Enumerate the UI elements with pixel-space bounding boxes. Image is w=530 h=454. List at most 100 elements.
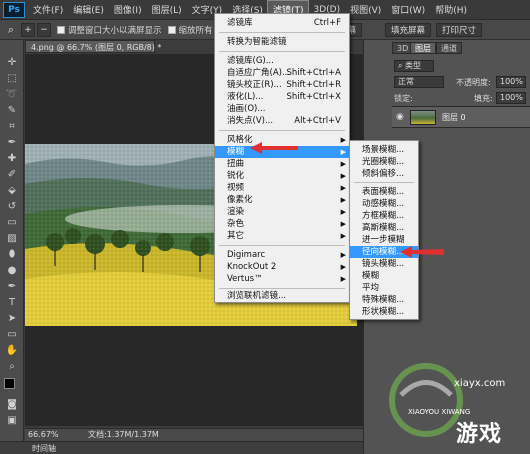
zoom-out-icon[interactable]: − bbox=[37, 22, 51, 37]
tab-layers[interactable]: 图层 bbox=[410, 42, 436, 54]
resize-windows-option[interactable]: 调整窗口大小以满屏显示 bbox=[57, 24, 162, 36]
zoom-level[interactable]: 66.67% bbox=[28, 429, 59, 441]
menu-item-box-blur[interactable]: 方框模糊... bbox=[350, 210, 418, 222]
timeline-label[interactable]: 时间轴 bbox=[32, 443, 56, 454]
submenu-arrow-icon: ▶ bbox=[340, 196, 346, 204]
history-brush-tool-icon[interactable]: ↺ bbox=[4, 200, 20, 213]
submenu-arrow-icon: ▶ bbox=[340, 263, 346, 271]
menu-item-lens-blur[interactable]: 镜头模糊... bbox=[350, 258, 418, 270]
menu-item-shape-blur[interactable]: 形状模糊... bbox=[350, 306, 418, 318]
menu-item-gaussian-blur[interactable]: 高斯模糊... bbox=[350, 222, 418, 234]
menu-item-render[interactable]: 渲染 ▶ bbox=[215, 206, 349, 218]
layer-kind-filter[interactable]: ⌕ 类型 bbox=[394, 60, 434, 72]
zoom-in-icon[interactable]: + bbox=[21, 22, 35, 37]
menu-item-vertus[interactable]: Vertus™ ▶ bbox=[215, 273, 349, 285]
shape-tool-icon[interactable]: ▭ bbox=[4, 328, 20, 341]
stamp-tool-icon[interactable]: ⬙ bbox=[4, 184, 20, 197]
menu-item-lens-correction[interactable]: 镜头校正(R)... Shift+Ctrl+R bbox=[215, 79, 349, 91]
menu-item-other[interactable]: 其它 ▶ bbox=[215, 230, 349, 242]
pen-tool-icon[interactable]: ✒ bbox=[4, 280, 20, 293]
menu-help[interactable]: 帮助(H) bbox=[430, 1, 472, 18]
submenu-arrow-icon: ▶ bbox=[340, 148, 346, 156]
gradient-tool-icon[interactable]: ▨ bbox=[4, 232, 20, 245]
menu-view[interactable]: 视图(V) bbox=[345, 1, 386, 18]
menu-item-distort[interactable]: 扭曲 ▶ bbox=[215, 158, 349, 170]
submenu-arrow-icon: ▶ bbox=[340, 275, 346, 283]
hand-tool-icon[interactable]: ✋ bbox=[4, 344, 20, 357]
submenu-arrow-icon: ▶ bbox=[340, 220, 346, 228]
menu-item-oil-paint[interactable]: 油画(O)... bbox=[215, 103, 349, 115]
marquee-tool-icon[interactable]: ⬚ bbox=[4, 72, 20, 85]
print-size-button[interactable]: 打印尺寸 bbox=[436, 23, 483, 37]
menu-item-smart-blur[interactable]: 特殊模糊... bbox=[350, 294, 418, 306]
search-icon: ⌕ bbox=[398, 61, 403, 70]
zoom-tool-icon[interactable]: ⌕ bbox=[4, 360, 20, 373]
brush-tool-icon[interactable]: ✐ bbox=[4, 168, 20, 181]
submenu-arrow-icon: ▶ bbox=[340, 172, 346, 180]
menu-item-convert-smart[interactable]: 转换为智能滤镜 bbox=[215, 36, 349, 48]
quick-select-tool-icon[interactable]: ✎ bbox=[4, 104, 20, 117]
blur-tool-icon[interactable]: ⬮ bbox=[4, 248, 20, 261]
menu-item-tilt-shift[interactable]: 倾斜偏移... bbox=[350, 168, 418, 180]
crop-tool-icon[interactable]: ⌗ bbox=[4, 120, 20, 133]
menu-item-digimarc[interactable]: Digimarc ▶ bbox=[215, 249, 349, 261]
layer-thumbnail bbox=[410, 110, 436, 125]
zoom-all-option[interactable]: 缩放所有 bbox=[167, 24, 213, 36]
menu-separator bbox=[354, 182, 414, 183]
submenu-arrow-icon: ▶ bbox=[340, 184, 346, 192]
menu-item-field-blur[interactable]: 场景模糊... bbox=[350, 144, 418, 156]
fill-input[interactable]: 100% bbox=[496, 92, 526, 104]
move-tool-icon[interactable]: ✛ bbox=[4, 56, 20, 69]
menu-item-noise[interactable]: 杂色 ▶ bbox=[215, 218, 349, 230]
menu-item-filter-gallery-last[interactable]: 滤镜库 Ctrl+F bbox=[215, 17, 349, 29]
blend-mode-select[interactable]: 正常 bbox=[394, 76, 444, 88]
tools-panel: ✛ ⬚ ➰ ✎ ⌗ ✒ ✚ ✐ ⬙ ↺ ▭ ▨ ⬮ ● ✒ T ➤ ▭ ✋ ⌕ … bbox=[0, 40, 24, 454]
menu-item-vanishing-point[interactable]: 消失点(V)... Alt+Ctrl+V bbox=[215, 115, 349, 127]
eyedropper-tool-icon[interactable]: ✒ bbox=[4, 136, 20, 149]
menu-file[interactable]: 文件(F) bbox=[28, 1, 68, 18]
menu-layer[interactable]: 图层(L) bbox=[147, 1, 187, 18]
fill-screen-button[interactable]: 填充屏幕 bbox=[385, 23, 432, 37]
menu-item-liquify[interactable]: 液化(L)... Shift+Ctrl+X bbox=[215, 91, 349, 103]
type-tool-icon[interactable]: T bbox=[4, 296, 20, 309]
menu-separator bbox=[219, 288, 345, 289]
lasso-tool-icon[interactable]: ➰ bbox=[4, 88, 20, 101]
menu-image[interactable]: 图像(I) bbox=[109, 1, 147, 18]
path-select-tool-icon[interactable]: ➤ bbox=[4, 312, 20, 325]
document-tab[interactable]: 4.png @ 66.7% (图层 0, RGB/8) * bbox=[25, 40, 161, 53]
menu-item-average[interactable]: 平均 bbox=[350, 282, 418, 294]
menu-item-adaptive-wide[interactable]: 自适应广角(A)... Shift+Ctrl+A bbox=[215, 67, 349, 79]
screen-mode-icon[interactable]: ▣ bbox=[4, 414, 20, 427]
menu-item-video[interactable]: 视频 ▶ bbox=[215, 182, 349, 194]
menu-edit[interactable]: 编辑(E) bbox=[68, 1, 109, 18]
foreground-color-swatch[interactable] bbox=[4, 378, 15, 389]
menu-item-pixelate[interactable]: 像素化 ▶ bbox=[215, 194, 349, 206]
layer-name[interactable]: 图层 0 bbox=[442, 112, 466, 123]
watermark-url: xiayx.com bbox=[454, 378, 506, 389]
menu-item-sharpen[interactable]: 锐化 ▶ bbox=[215, 170, 349, 182]
healing-tool-icon[interactable]: ✚ bbox=[4, 152, 20, 165]
eraser-tool-icon[interactable]: ▭ bbox=[4, 216, 20, 229]
tab-channels[interactable]: 通道 bbox=[436, 42, 462, 54]
menu-item-filter-gallery[interactable]: 滤镜库(G)... bbox=[215, 55, 349, 67]
menu-item-surface-blur[interactable]: 表面模糊... bbox=[350, 186, 418, 198]
filter-menu: 滤镜库 Ctrl+F 转换为智能滤镜 滤镜库(G)... 自适应广角(A)... S… bbox=[214, 13, 350, 303]
submenu-arrow-icon: ▶ bbox=[340, 251, 346, 259]
zoom-all-checkbox[interactable] bbox=[167, 25, 176, 34]
menu-window[interactable]: 窗口(W) bbox=[386, 1, 430, 18]
layer-row[interactable]: ◉ 图层 0 bbox=[392, 106, 530, 128]
eye-icon[interactable]: ◉ bbox=[396, 112, 404, 122]
menu-item-iris-blur[interactable]: 光圈模糊... bbox=[350, 156, 418, 168]
menu-item-motion-blur[interactable]: 动感模糊... bbox=[350, 198, 418, 210]
dodge-tool-icon[interactable]: ● bbox=[4, 264, 20, 277]
opacity-input[interactable]: 100% bbox=[496, 76, 526, 88]
resize-windows-checkbox[interactable] bbox=[57, 25, 65, 34]
document-size: 文档:1.37M/1.37M bbox=[88, 430, 159, 439]
submenu-arrow-icon: ▶ bbox=[340, 208, 346, 216]
menu-item-browse-online[interactable]: 浏览联机滤镜... bbox=[215, 290, 349, 302]
menu-item-knockout[interactable]: KnockOut 2 ▶ bbox=[215, 261, 349, 273]
opacity-label: 不透明度: bbox=[456, 78, 491, 87]
quick-mask-icon[interactable]: ◙ bbox=[4, 398, 20, 411]
submenu-arrow-icon: ▶ bbox=[340, 136, 346, 144]
menu-item-simple-blur[interactable]: 模糊 bbox=[350, 270, 418, 282]
